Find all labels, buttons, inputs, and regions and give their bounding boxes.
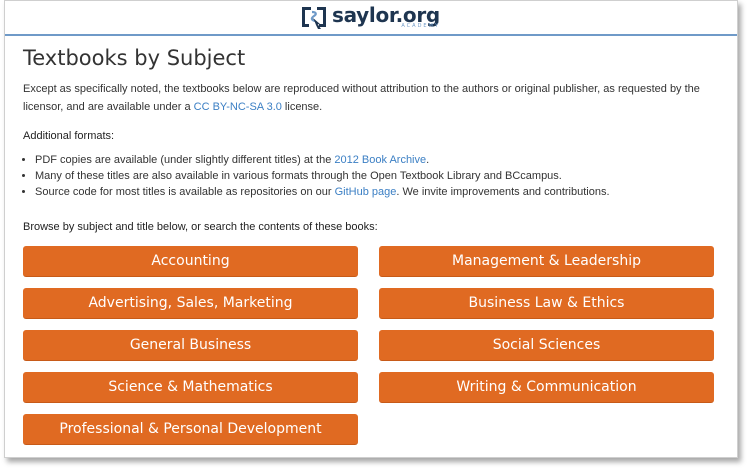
browse-instructions: Browse by subject and title below, or se… xyxy=(23,221,378,233)
list-item-text: Source code for most titles is available… xyxy=(35,186,335,198)
list-item-text: . We invite improvements and contributio… xyxy=(396,186,610,198)
main-content: Textbooks by Subject Except as specifica… xyxy=(23,37,723,235)
subject-button-social-sciences[interactable]: Social Sciences xyxy=(379,330,714,361)
list-item: Many of these titles are also available … xyxy=(35,168,723,184)
formats-list: PDF copies are available (under slightly… xyxy=(23,152,723,200)
site-header: saylor.org ACADEMY xyxy=(5,1,737,36)
intro-paragraph: Except as specifically noted, the textbo… xyxy=(23,80,723,116)
subject-button-writing-communication[interactable]: Writing & Communication xyxy=(379,372,714,403)
page-title: Textbooks by Subject xyxy=(23,46,246,70)
list-item-text: Many of these titles are also available … xyxy=(35,170,562,182)
saylor-logo[interactable]: saylor.org ACADEMY xyxy=(299,4,440,32)
intro-text-before: Except as specifically noted, the textbo… xyxy=(23,83,700,113)
logo-subtext: ACADEMY xyxy=(401,23,440,29)
list-item-text: . xyxy=(426,154,430,166)
list-item-text: PDF copies are available (under slightly… xyxy=(35,154,335,166)
subject-button-science-mathematics[interactable]: Science & Mathematics xyxy=(23,372,358,403)
subject-button-accounting[interactable]: Accounting xyxy=(23,246,358,277)
formats-heading: Additional formats: xyxy=(23,130,115,142)
github-page-link[interactable]: GitHub page xyxy=(335,186,397,198)
list-item: PDF copies are available (under slightly… xyxy=(35,152,723,168)
list-item: Source code for most titles is available… xyxy=(35,184,723,200)
subject-button-business-law-ethics[interactable]: Business Law & Ethics xyxy=(379,288,714,319)
subject-button-advertising-sales-marketing[interactable]: Advertising, Sales, Marketing xyxy=(23,288,358,319)
intro-text-after: license. xyxy=(281,101,323,113)
subject-button-general-business[interactable]: General Business xyxy=(23,330,358,361)
license-link[interactable]: CC BY-NC-SA 3.0 xyxy=(194,101,282,113)
book-archive-link[interactable]: 2012 Book Archive xyxy=(334,154,426,166)
subject-button-management-leadership[interactable]: Management & Leadership xyxy=(379,246,714,277)
page-frame: saylor.org ACADEMY Textbooks by Subject … xyxy=(4,0,738,458)
saylor-logo-icon xyxy=(302,7,326,29)
subject-button-professional-personal-development[interactable]: Professional & Personal Development xyxy=(23,414,358,445)
logo-wordmark: saylor.org ACADEMY xyxy=(332,4,440,29)
